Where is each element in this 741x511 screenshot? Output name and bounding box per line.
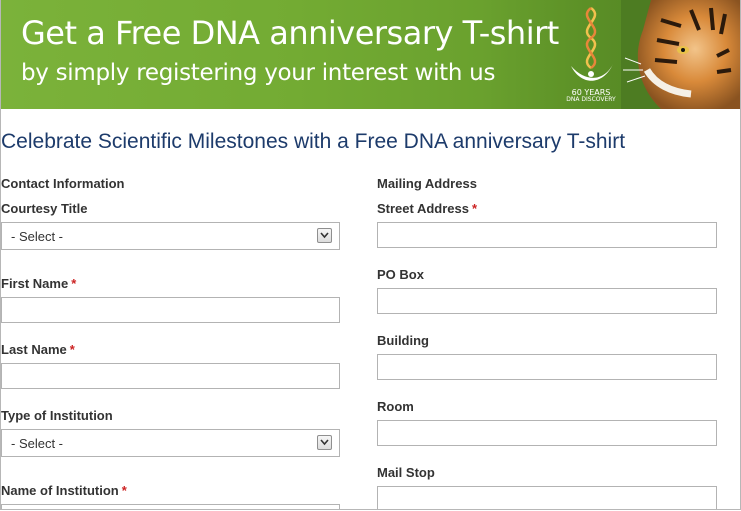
room-input[interactable] [377,420,717,446]
required-marker: * [472,201,478,216]
last-name-label: Last Name * [1,342,75,357]
required-marker: * [71,276,77,291]
logo-top-text: 60 YEARS [571,88,611,97]
po-box-label: PO Box [377,267,424,282]
mail-stop-label: Mail Stop [377,465,435,480]
required-marker: * [121,483,127,498]
logo-caption: 60 YEARS DNA DISCOVERY [566,88,616,104]
banner-subline: by simply registering your interest with… [21,60,496,86]
po-box-input[interactable] [377,288,717,314]
page-frame: Get a Free DNA anniversary T-shirt by si… [0,0,741,510]
street-address-label-text: Street Address [377,201,469,216]
street-address-label: Street Address * [377,201,477,216]
last-name-label-text: Last Name [1,342,67,357]
institution-name-label-text: Name of Institution [1,483,119,498]
courtesy-title-label-text: Courtesy Title [1,201,88,216]
building-input[interactable] [377,354,717,380]
chevron-down-icon[interactable] [317,228,332,243]
tiger-image [621,0,740,109]
page-title: Celebrate Scientific Milestones with a F… [1,130,626,153]
mailing-section-label: Mailing Address [377,176,477,191]
institution-type-value: - Select - [11,436,64,451]
institution-type-label-text: Type of Institution [1,408,113,423]
institution-type-label: Type of Institution [1,408,113,423]
institution-name-input[interactable] [1,504,340,509]
first-name-input[interactable] [1,297,340,323]
room-label: Room [377,399,414,414]
first-name-label: First Name * [1,276,76,291]
courtesy-title-value: - Select - [11,229,64,244]
first-name-label-text: First Name [1,276,69,291]
logo-bottom-text: DNA DISCOVERY [566,96,616,103]
mail-stop-label-text: Mail Stop [377,465,435,480]
last-name-input[interactable] [1,363,340,389]
institution-type-select[interactable]: - Select - [1,429,340,457]
po-box-label-text: PO Box [377,267,424,282]
promo-banner[interactable]: Get a Free DNA anniversary T-shirt by si… [1,0,740,109]
mail-stop-input[interactable] [377,486,717,509]
room-label-text: Room [377,399,414,414]
building-label-text: Building [377,333,429,348]
banner-headline: Get a Free DNA anniversary T-shirt [21,14,559,52]
chevron-down-icon[interactable] [317,435,332,450]
required-marker: * [69,342,75,357]
building-label: Building [377,333,429,348]
courtesy-title-select[interactable]: - Select - [1,222,340,250]
courtesy-title-label: Courtesy Title [1,201,87,216]
institution-name-label: Name of Institution * [1,483,127,498]
contact-section-label: Contact Information [1,176,125,191]
street-address-input[interactable] [377,222,717,248]
